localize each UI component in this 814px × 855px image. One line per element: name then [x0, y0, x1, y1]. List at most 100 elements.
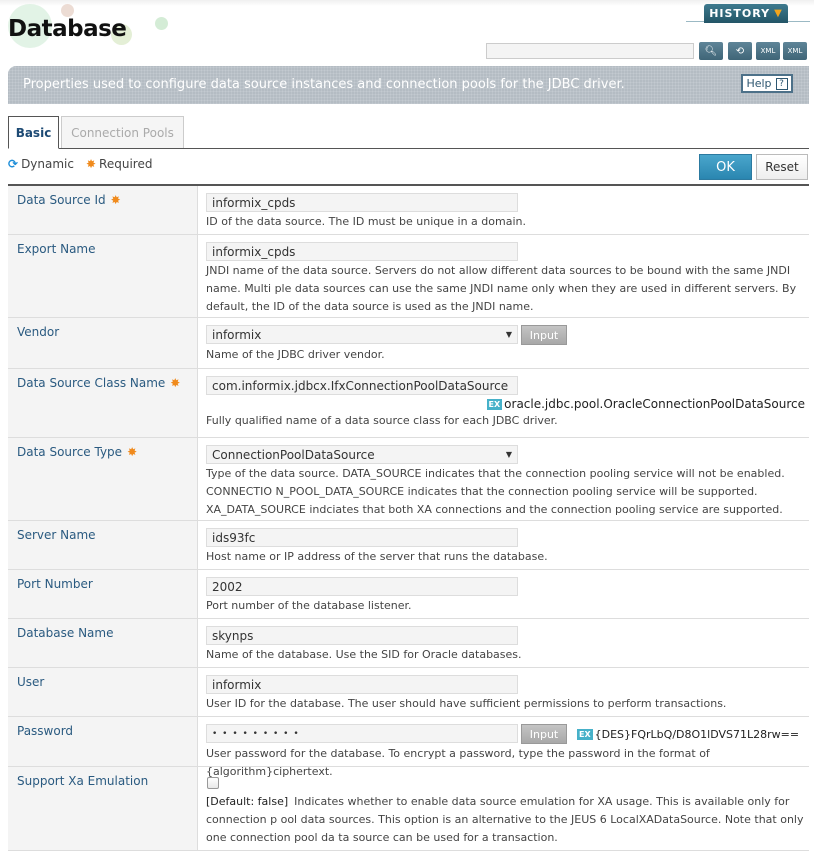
data-source-type-select[interactable]: ConnectionPoolDataSource ▼ — [206, 445, 518, 464]
field-label: Data Source Class Name ✸ — [8, 369, 198, 437]
tab-divider — [8, 148, 809, 149]
row-port-number: Port Number 2002 Port number of the data… — [8, 570, 809, 619]
field-label: Support Xa Emulation — [8, 767, 198, 850]
field-value-cell: com.informix.jdbcx.IfxConnectionPoolData… — [198, 369, 809, 437]
user-input[interactable]: informix — [206, 675, 518, 694]
refresh-icon: ⟲ — [735, 45, 745, 57]
row-data-source-type: Data Source Type ✸ ConnectionPoolDataSour… — [8, 438, 809, 521]
help-icon: ? — [775, 77, 788, 90]
example-line: EX {DES}FQrLbQ/D8O1lDVS71L28rw== — [577, 724, 799, 744]
search-input[interactable] — [486, 43, 694, 59]
field-value-cell: informix ▼ Input Name of the JDBC driver v… — [198, 318, 809, 368]
history-button[interactable]: HISTORY ▼ — [704, 4, 788, 23]
xml-import-icon: XML — [787, 47, 803, 55]
dynamic-icon: ⟳ — [8, 157, 19, 171]
field-description: Fully qualified name of a data source cl… — [206, 414, 558, 427]
field-label: Password — [8, 717, 198, 766]
vendor-input-button[interactable]: Input — [521, 325, 567, 345]
field-description: JNDI name of the data source. Servers do… — [206, 264, 797, 313]
field-description: Type of the data source. DATA_SOURCE ind… — [206, 467, 785, 516]
tab-connection-pools[interactable]: Connection Pools — [61, 116, 184, 149]
row-password: Password • • • • • • • • • Input EX {DES}FQ… — [8, 717, 809, 778]
row-user: User informix User ID for the database. … — [8, 668, 809, 717]
description-bar: Properties used to configure data source… — [8, 66, 809, 104]
required-icon: ✸ — [127, 445, 138, 459]
field-description: Port number of the database listener. — [206, 599, 412, 612]
legend: ⟳ Dynamic ✸ Required — [8, 157, 152, 171]
example-text: {DES}FQrLbQ/D8O1lDVS71L28rw== — [594, 727, 800, 741]
required-icon: ✸ — [110, 193, 121, 207]
row-server-name: Server Name ids93fc Host name or IP addr… — [8, 521, 809, 570]
database-name-input[interactable]: skynps — [206, 626, 518, 645]
xml-export-button[interactable]: XML — [756, 42, 780, 60]
field-description: User ID for the database. The user shoul… — [206, 697, 727, 710]
field-value-cell: ids93fc Host name or IP address of the s… — [198, 521, 809, 569]
field-description: [Default: false] Indicates whether to ena… — [206, 795, 804, 844]
default-tag: [Default: false] — [206, 795, 289, 808]
vendor-select[interactable]: informix ▼ — [206, 325, 518, 344]
row-support-xa-emulation: Support Xa Emulation [Default: false] Ind… — [8, 767, 809, 851]
dynamic-label: Dynamic — [21, 157, 74, 171]
field-value-cell: [Default: false] Indicates whether to ena… — [198, 767, 809, 850]
field-label: Data Source Id ✸ — [8, 186, 198, 234]
required-label: Required — [99, 157, 153, 171]
field-value-cell: skynps Name of the database. Use the SID… — [198, 619, 809, 667]
row-data-source-class-name: Data Source Class Name ✸ com.informix.jdb… — [8, 369, 809, 438]
server-name-input[interactable]: ids93fc — [206, 528, 518, 547]
field-label: Port Number — [8, 570, 198, 618]
xml-import-button[interactable]: XML — [783, 42, 807, 60]
example-text: oracle.jdbc.pool.OracleConnectionPoolDat… — [504, 397, 805, 411]
refresh-button[interactable]: ⟲ — [728, 42, 752, 60]
field-label: Data Source Type ✸ — [8, 438, 198, 520]
field-value-cell: informix User ID for the database. The u… — [198, 668, 809, 716]
page-title: Database — [8, 16, 127, 42]
top-strip — [0, 0, 814, 6]
field-label: User — [8, 668, 198, 716]
field-value-cell: informix_cpds JNDI name of the data sour… — [198, 235, 809, 317]
search-button[interactable]: 🔍︎ — [699, 42, 723, 60]
help-label: Help — [746, 77, 772, 90]
field-label: Database Name — [8, 619, 198, 667]
row-export-name: Export Name informix_cpds JNDI name of t… — [8, 235, 809, 318]
password-input-button[interactable]: Input — [521, 724, 567, 744]
required-icon: ✸ — [85, 157, 97, 171]
example-line: EX oracle.jdbc.pool.OracleConnectionPoolD… — [206, 397, 809, 411]
field-value-cell: 2002 Port number of the database listene… — [198, 570, 809, 618]
tab-bar: Basic Connection Pools — [8, 116, 184, 149]
field-description: ID of the data source. The ID must be un… — [206, 215, 526, 228]
field-label: Vendor — [8, 318, 198, 368]
field-value-cell: ConnectionPoolDataSource ▼ Type of the da… — [198, 438, 809, 520]
dropdown-arrow-icon: ▼ — [505, 330, 512, 339]
row-vendor: Vendor informix ▼ Input Name of the JDBC d… — [8, 318, 809, 369]
field-label: Export Name — [8, 235, 198, 317]
reset-button[interactable]: Reset — [756, 154, 808, 180]
support-xa-emulation-checkbox[interactable] — [207, 777, 219, 789]
example-icon: EX — [486, 399, 503, 410]
data-source-id-input[interactable]: informix_cpds — [206, 193, 518, 212]
help-button[interactable]: Help ? — [741, 74, 793, 93]
field-value-cell: • • • • • • • • • Input EX {DES}FQrLbQ/D8O1… — [198, 717, 809, 778]
row-data-source-id: Data Source Id ✸ informix_cpds ID of the … — [8, 186, 809, 235]
password-input[interactable]: • • • • • • • • • — [206, 724, 518, 743]
example-icon: EX — [577, 728, 593, 740]
description-text: Properties used to configure data source… — [23, 77, 625, 92]
row-database-name: Database Name skynps Name of the databas… — [8, 619, 809, 668]
field-value-cell: informix_cpds ID of the data source. The… — [198, 186, 809, 234]
ok-button[interactable]: OK — [699, 154, 752, 180]
tab-basic[interactable]: Basic — [8, 116, 59, 149]
field-label: Server Name — [8, 521, 198, 569]
search-icon: 🔍︎ — [704, 45, 718, 57]
xml-export-icon: XML — [760, 47, 776, 55]
properties-form: Data Source Id ✸ informix_cpds ID of the … — [8, 186, 809, 851]
decor-bubble — [155, 17, 168, 30]
chevron-down-icon: ▼ — [774, 8, 783, 19]
required-icon: ✸ — [170, 376, 181, 390]
field-description: Host name or IP address of the server th… — [206, 550, 548, 563]
history-label: HISTORY — [709, 7, 771, 20]
data-source-class-name-input[interactable]: com.informix.jdbcx.IfxConnectionPoolData… — [206, 376, 518, 395]
export-name-input[interactable]: informix_cpds — [206, 242, 518, 261]
dropdown-arrow-icon: ▼ — [505, 450, 512, 459]
field-description: Name of the JDBC driver vendor. — [206, 348, 385, 361]
field-description: Name of the database. Use the SID for Or… — [206, 648, 522, 661]
port-number-input[interactable]: 2002 — [206, 577, 518, 596]
